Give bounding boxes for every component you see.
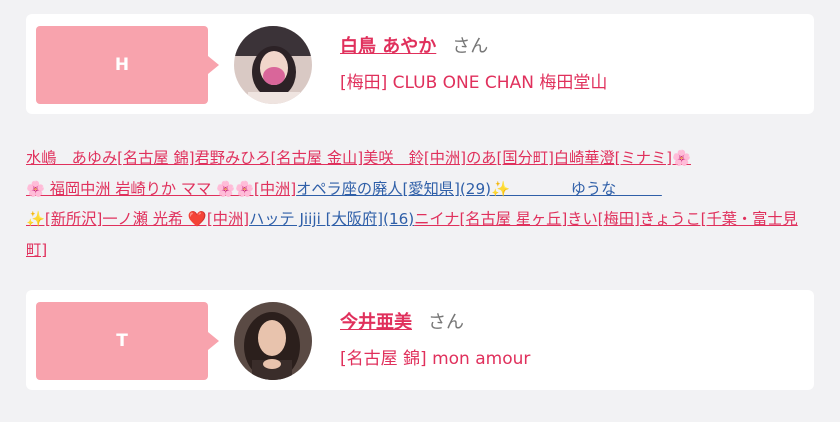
shop-label: [梅田] CLUB ONE CHAN 梅田堂山 xyxy=(340,73,608,93)
link-misaki[interactable]: 美咲 鈴[中洲] xyxy=(363,149,466,167)
index-tag-h: H xyxy=(36,26,219,104)
link-niina[interactable]: ニイナ[名古屋 星ヶ丘] xyxy=(414,210,567,228)
link-ichinose[interactable]: 一ノ瀬 光希 ❤️[中洲] xyxy=(102,210,249,228)
shop-label: [名古屋 錦] mon amour xyxy=(340,349,531,369)
cast-link-list: 水嶋 あゆみ[名古屋 錦]君野みひろ[名古屋 金山]美咲 鈴[中洲]のあ[国分町… xyxy=(26,143,816,265)
link-hatte[interactable]: ハッテ Jiiji [大阪府](16) xyxy=(249,210,414,228)
index-tag-t: T xyxy=(36,302,219,380)
avatar[interactable] xyxy=(234,26,312,104)
honorific: さん xyxy=(452,36,489,57)
link-kimino[interactable]: 君野みひろ[名古屋 金山] xyxy=(195,149,364,167)
link-shirasaki[interactable]: 白崎華澄[ミナミ]🌸 xyxy=(554,149,691,167)
link-mizushima[interactable]: 水嶋 あゆみ[名古屋 錦] xyxy=(26,149,195,167)
link-opera[interactable]: オペラ座の廃人[愛知県](29)✨ ゆうな xyxy=(296,180,662,198)
cast-name-link[interactable]: 今井亜美 xyxy=(340,312,412,333)
link-noa[interactable]: のあ[国分町] xyxy=(466,149,554,167)
link-kii[interactable]: きい[梅田] xyxy=(567,210,640,228)
cast-name-link[interactable]: 白鳥 あやか xyxy=(340,36,436,57)
link-shintokorozawa[interactable]: ✨[新所沢] xyxy=(26,210,102,228)
cast-card-2[interactable]: T 今井亜美 さん [名古屋 錦] mon amour xyxy=(26,290,814,390)
cast-card-1[interactable]: H 白鳥 あやか さん [梅田] CLUB ONE CHAN 梅田堂山 xyxy=(26,14,814,114)
avatar[interactable] xyxy=(234,302,312,380)
link-iwasaki[interactable]: 🌸 福岡中洲 岩崎りか ママ 🌸🌸[中洲] xyxy=(26,180,296,198)
honorific: さん xyxy=(428,312,464,333)
